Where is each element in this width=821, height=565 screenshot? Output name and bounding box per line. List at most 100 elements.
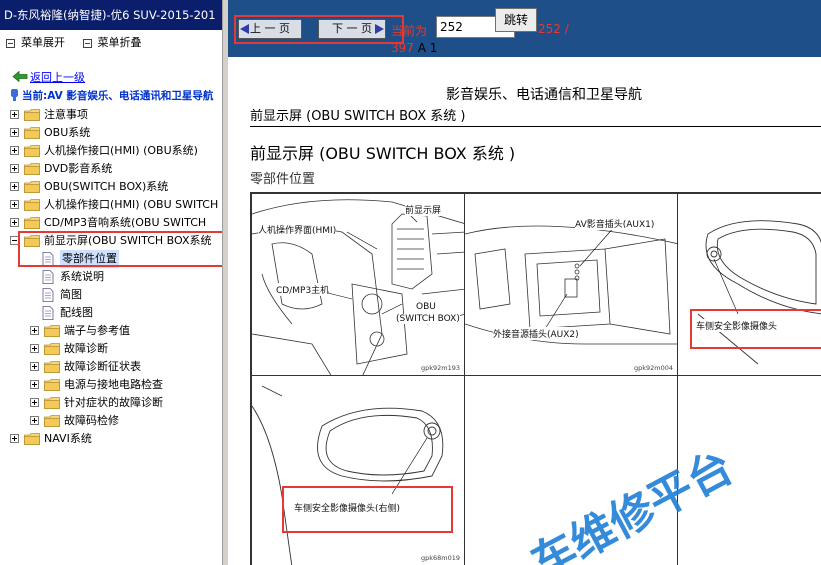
page-total-line2: 397 A 1	[391, 41, 437, 55]
document-icon	[42, 306, 54, 320]
current-location-label: 当前:AV 影音娱乐、电话通讯和卫星导航	[22, 90, 214, 102]
expand-toggle-icon[interactable]	[10, 128, 19, 137]
expand-toggle-icon[interactable]	[10, 164, 19, 173]
tree-node-label: 电源与接地电路检查	[64, 378, 163, 391]
highlight-box-tree	[18, 231, 222, 267]
tree-node-terminals-reference[interactable]: 端子与参考值	[0, 322, 222, 340]
folder-icon	[44, 379, 60, 391]
document-icon	[42, 270, 54, 284]
folder-icon	[24, 127, 40, 139]
tree-node-label: 系统说明	[60, 270, 104, 283]
tree-node-label: 故障码检修	[64, 414, 119, 427]
tree-node-dtc-repair[interactable]: 故障码检修	[0, 412, 222, 430]
tree-node-dvd-av[interactable]: DVD影音系统	[0, 160, 222, 178]
folder-icon	[24, 433, 40, 445]
folder-icon	[44, 343, 60, 355]
tree-node-obu-system[interactable]: OBU系统	[0, 124, 222, 142]
tree-node-label: 配线图	[60, 306, 93, 319]
tree-node-power-ground-check[interactable]: 电源与接地电路检查	[0, 376, 222, 394]
tree-node-label: OBU系统	[44, 126, 91, 139]
expand-label: 菜单展开	[21, 36, 65, 49]
expand-toggle-icon[interactable]	[30, 380, 39, 389]
tree-node-label: OBU(SWITCH BOX)系统	[44, 180, 169, 193]
tree-node-label: 人机操作接口(HMI) (OBU SWITCH	[44, 198, 219, 211]
left-panel: D-东风裕隆(纳智捷)-优6 SUV-2015-201 菜单展开 菜单折叠 返回…	[0, 0, 222, 565]
folder-icon	[44, 325, 60, 337]
expand-toggle-icon[interactable]	[10, 434, 19, 443]
tree-node-symptom-diagnosis[interactable]: 针对症状的故障诊断	[0, 394, 222, 412]
folder-icon	[24, 181, 40, 193]
collapse-icon	[82, 38, 92, 48]
tree-node-notes[interactable]: 注意事项	[0, 106, 222, 124]
current-page-label: 当前为	[391, 24, 428, 38]
back-link[interactable]: 返回上一级	[12, 69, 85, 85]
tree-node-label: 注意事项	[44, 108, 88, 121]
tree-node-symptom-table[interactable]: 故障诊断征状表	[0, 358, 222, 376]
figure-dashboard: 前显示屏 人机操作界面(HMI) CD/MP3主机 OBU (SWITCH BO…	[251, 193, 465, 376]
expand-toggle-icon[interactable]	[10, 146, 19, 155]
tree-node-label: DVD影音系统	[44, 162, 113, 175]
doc-subtitle: 前显示屏 (OBU SWITCH BOX 系统 )	[250, 109, 466, 124]
divider	[250, 126, 821, 127]
expand-toggle-icon[interactable]	[10, 200, 19, 209]
tree-node-navi-system[interactable]: NAVI系统	[0, 430, 222, 448]
tree-node-label: 故障诊断	[64, 342, 108, 355]
tree-node-label: 人机操作接口(HMI) (OBU系统)	[44, 144, 198, 157]
folder-icon	[44, 361, 60, 373]
tree-node-label: 故障诊断征状表	[64, 360, 141, 373]
folder-icon	[44, 397, 60, 409]
mirror-right-drawing	[252, 385, 444, 565]
highlight-box-fig4	[282, 486, 453, 533]
figure-grid: 前显示屏 人机操作界面(HMI) CD/MP3主机 OBU (SWITCH BO…	[250, 192, 821, 565]
tree-node-obu-switch-box[interactable]: OBU(SWITCH BOX)系统	[0, 178, 222, 196]
pager-bar: 上 一 页 下 一 页 当前为 跳转 252 / 397 A 1	[228, 0, 821, 57]
expand-menu-button[interactable]: 菜单展开	[6, 34, 65, 50]
fig1-label-front-display: 前显示屏	[405, 203, 442, 216]
expand-toggle-icon[interactable]	[30, 362, 39, 371]
expand-toggle-icon[interactable]	[30, 344, 39, 353]
tree-node-label: 针对症状的故障诊断	[64, 396, 163, 409]
folder-icon	[24, 145, 40, 157]
tree-node-cd-mp3-audio[interactable]: CD/MP3音响系统(OBU SWITCH	[0, 214, 222, 232]
folder-icon	[24, 109, 40, 121]
jump-button[interactable]: 跳转	[495, 8, 537, 32]
figure-aux-jacks: AV影音插头(AUX1) 外接音源插头(AUX2) gpk92m004	[464, 193, 678, 376]
expand-toggle-icon[interactable]	[30, 326, 39, 335]
expand-icon	[6, 38, 15, 48]
highlight-box-pager	[234, 15, 404, 44]
page-total-part1: 252 /	[538, 22, 569, 36]
collapse-label: 菜单折叠	[97, 36, 142, 49]
expand-toggle-icon[interactable]	[10, 110, 19, 119]
fig2-label-aux1: AV影音插头(AUX1)	[575, 217, 655, 230]
tree-node-hmi-obu-switch[interactable]: 人机操作接口(HMI) (OBU SWITCH	[0, 196, 222, 214]
fig4-code: gpk68m019	[420, 554, 460, 562]
current-location: 当前:AV 影音娱乐、电话通讯和卫星导航	[10, 88, 213, 103]
page-suffix: A 1	[417, 41, 438, 55]
collapse-menu-button[interactable]: 菜单折叠	[82, 34, 142, 50]
tree-node-system-description[interactable]: 系统说明	[0, 268, 222, 286]
location-pin-icon	[11, 89, 18, 101]
tree-node-fault-diagnosis[interactable]: 故障诊断	[0, 340, 222, 358]
tree-node-label: 简图	[60, 288, 82, 301]
fig1-label-hmi: 人机操作界面(HMI)	[258, 223, 337, 236]
tree-node-schematic[interactable]: 简图	[0, 286, 222, 304]
fig1-label-obu: OBU	[416, 302, 436, 312]
fig2-code: gpk92m004	[633, 364, 673, 372]
expand-toggle-icon[interactable]	[10, 182, 19, 191]
back-link-label: 返回上一级	[30, 71, 85, 84]
doc-title: 影音娱乐、电话通信和卫星导航	[446, 87, 642, 103]
folder-icon	[44, 415, 60, 427]
tree-node-label: CD/MP3音响系统(OBU SWITCH	[44, 216, 207, 229]
tree-node-wiring-diagram[interactable]: 配线图	[0, 304, 222, 322]
tree-node-label: NAVI系统	[44, 432, 92, 445]
figure-mirror-camera-right: 车侧安全影像摄像头(右侧) gpk68m019	[251, 375, 465, 565]
expand-toggle-icon[interactable]	[30, 398, 39, 407]
document-icon	[42, 288, 54, 302]
expand-toggle-icon[interactable]	[30, 416, 39, 425]
folder-icon	[24, 199, 40, 211]
fig1-label-cd-mp3: CD/MP3主机	[276, 283, 330, 296]
tree-node-hmi-obu[interactable]: 人机操作接口(HMI) (OBU系统)	[0, 142, 222, 160]
doc-heading: 前显示屏 (OBU SWITCH BOX 系统 )	[250, 144, 516, 163]
expand-toggle-icon[interactable]	[10, 218, 19, 227]
menu-toolbar: 菜单展开 菜单折叠	[6, 34, 156, 50]
